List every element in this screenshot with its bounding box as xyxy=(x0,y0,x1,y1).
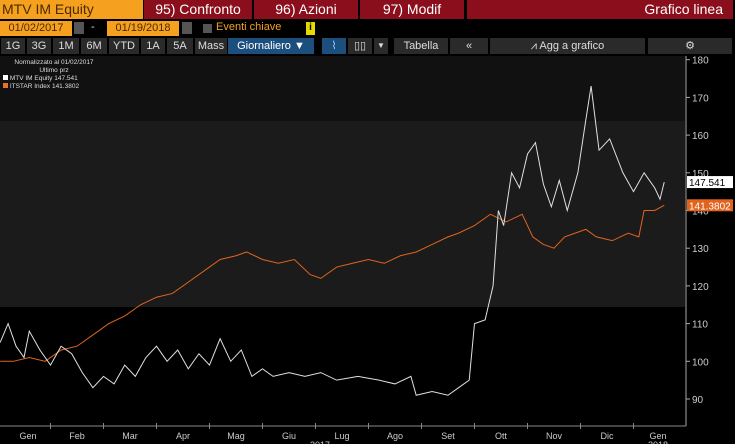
y-tick-label: 90 xyxy=(692,395,704,406)
y-tick-label: 170 xyxy=(692,93,709,104)
range-6m[interactable]: 6M xyxy=(81,38,107,54)
table-button[interactable]: Tabella xyxy=(394,38,448,54)
last-value-label: 141.3802 xyxy=(689,201,731,212)
start-date-field[interactable]: 01/02/2017 xyxy=(0,21,72,36)
events-checkbox[interactable] xyxy=(203,24,212,33)
date-separator: - xyxy=(91,21,95,33)
security-field[interactable]: MTV IM Equity xyxy=(0,0,143,19)
calendar-icon[interactable] xyxy=(74,22,84,34)
y-tick-label: 180 xyxy=(692,56,709,67)
compare-button[interactable]: 95) Confronto xyxy=(144,0,252,19)
chart-type-label: Grafico linea xyxy=(467,0,733,19)
x-tick-label: Apr xyxy=(176,431,190,441)
period-dropdown[interactable]: Giornaliero ▼ xyxy=(228,38,314,54)
y-tick-label: 130 xyxy=(692,244,709,255)
range-3g[interactable]: 3G xyxy=(27,38,51,54)
x-tick-label: Mag xyxy=(227,431,245,441)
legend-item-itstar: ITSTAR Index 141.3802 xyxy=(3,83,105,91)
x-tick-label: Lug xyxy=(334,431,349,441)
x-tick-label: Nov xyxy=(546,431,563,441)
y-tick-label: 110 xyxy=(692,320,708,331)
range-1a[interactable]: 1A xyxy=(141,38,165,54)
y-tick-label: 100 xyxy=(692,357,709,368)
last-value-label: 147.541 xyxy=(689,178,726,189)
x-tick-label: Set xyxy=(441,431,455,441)
calendar-icon[interactable] xyxy=(182,22,192,34)
add-to-chart-button[interactable]: ⩘ Agg a grafico xyxy=(490,38,645,54)
price-chart[interactable]: 90100110120130140150160170180Gen Feb Mar Ap… xyxy=(0,56,735,444)
year-label: 2018 xyxy=(648,440,668,444)
x-tick-label: Dic xyxy=(601,431,614,441)
legend-title: Normalizzato al 01/02/2017 xyxy=(14,59,94,66)
settings-gear-icon[interactable]: ⚙ xyxy=(648,38,732,54)
candlestick-icon[interactable]: ▯▯ xyxy=(348,38,372,54)
end-date-field[interactable]: 01/19/2018 xyxy=(107,21,179,36)
x-tick-label: Feb xyxy=(69,431,85,441)
x-tick-label: Gen xyxy=(19,431,36,441)
range-1m[interactable]: 1M xyxy=(53,38,79,54)
actions-menu[interactable]: 96) Azioni xyxy=(254,0,358,19)
y-tick-label: 120 xyxy=(692,282,709,293)
year-label: 2017 xyxy=(310,440,330,444)
x-tick-label: Ott xyxy=(495,431,508,441)
range-1g[interactable]: 1G xyxy=(1,38,25,54)
x-tick-label: Ago xyxy=(387,431,403,441)
x-tick-label: Giu xyxy=(282,431,296,441)
legend-item-mtv: MTV IM Equity 147.541 xyxy=(3,75,105,83)
info-icon[interactable]: i xyxy=(306,22,315,35)
legend: Normalizzato al 01/02/2017 Ultimo prz MT… xyxy=(3,59,105,97)
collapse-button[interactable]: « xyxy=(450,38,488,54)
modify-menu[interactable]: 97) Modif xyxy=(360,0,464,19)
legend-subtitle: Ultimo prz xyxy=(39,67,69,74)
events-label: Eventi chiave xyxy=(216,21,282,33)
y-tick-label: 160 xyxy=(692,131,709,142)
range-5a[interactable]: 5A xyxy=(167,38,193,54)
band-mid xyxy=(0,121,685,307)
range-max[interactable]: Mass xyxy=(195,38,227,54)
add-to-chart-label: Agg a grafico xyxy=(539,40,605,52)
chevron-down-icon[interactable]: ▼ xyxy=(374,38,388,54)
x-tick-label: Mar xyxy=(122,431,138,441)
range-ytd[interactable]: YTD xyxy=(109,38,139,54)
line-chart-icon[interactable]: ⌇ xyxy=(322,38,346,54)
